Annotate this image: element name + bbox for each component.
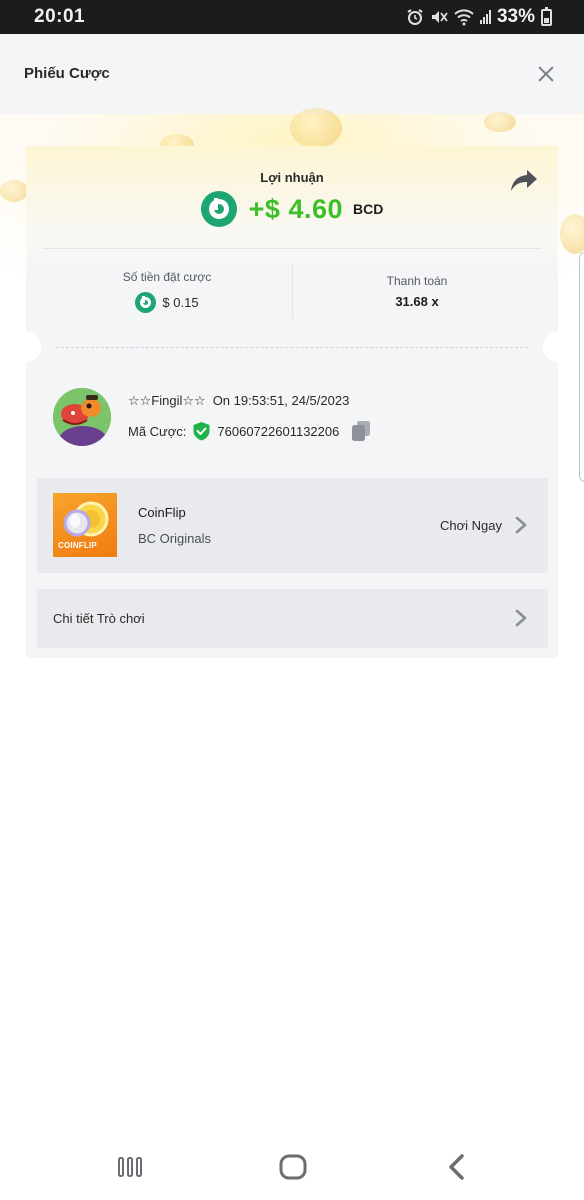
profit-currency: BCD (353, 201, 384, 217)
game-card[interactable]: COINFLIP CoinFlip BC Originals Chơi Ngay (37, 478, 548, 573)
profit-amount: +$ 4.60 (248, 193, 343, 224)
username[interactable]: ☆☆Fingil☆☆ (128, 393, 206, 409)
game-name: CoinFlip (138, 505, 186, 520)
coin-decoration-icon (560, 214, 584, 254)
bet-amount-label: Số tiền đặt cược (122, 270, 212, 284)
game-details-label: Chi tiết Trò chơi (53, 611, 145, 626)
ticket-summary: Lợi nhuận +$ 4.60 BCD Số tiền đặt cược $… (26, 146, 558, 332)
bet-id-row: Mã Cược: 76060722601132206 (128, 420, 371, 442)
status-bar: 20:01 33% (0, 0, 584, 34)
edge-panel-handle[interactable] (579, 252, 584, 482)
game-details-button[interactable]: Chi tiết Trò chơi (37, 589, 548, 648)
status-icons: 33% (406, 6, 552, 28)
recent-apps-icon[interactable] (114, 1152, 146, 1182)
user-info: ☆☆Fingil☆☆ On 19:53:51, 24/5/2023 (128, 393, 349, 409)
chevron-right-icon (515, 516, 527, 534)
game-thumbnail-label: COINFLIP (58, 541, 97, 550)
play-now-button[interactable]: Chơi Ngay (440, 518, 502, 533)
bet-id-value: 76060722601132206 (217, 423, 340, 439)
ticket-perforation (56, 347, 528, 348)
signal-icon (479, 10, 491, 24)
payout-value: 31.68 x (395, 294, 439, 309)
divider (292, 264, 293, 318)
avatar[interactable] (53, 388, 111, 446)
bet-timestamp: On 19:53:51, 24/5/2023 (212, 393, 350, 408)
payout-label: Thanh toán (386, 274, 448, 288)
coin-decoration-icon (0, 180, 28, 202)
wifi-icon (454, 9, 474, 26)
system-nav-bar (0, 1134, 584, 1200)
coin-decoration-icon (290, 108, 342, 148)
verified-shield-icon (193, 422, 210, 441)
bet-ticket-card: Lợi nhuận +$ 4.60 BCD Số tiền đặt cược $… (11, 146, 573, 658)
home-icon[interactable] (277, 1152, 309, 1182)
bet-id-label: Mã Cược: (128, 423, 187, 439)
ticket-notch (543, 332, 573, 362)
share-icon[interactable] (510, 168, 538, 194)
bet-amount-value: $ 0.15 (162, 295, 199, 310)
battery-icon (541, 6, 552, 26)
bc-coin-icon (135, 292, 157, 313)
game-provider: BC Originals (138, 531, 211, 546)
ticket-notch (11, 332, 41, 362)
page-title: Phiếu Cược (24, 65, 110, 82)
alarm-icon (407, 9, 423, 25)
profit-label: Lợi nhuận (260, 170, 324, 185)
back-icon[interactable] (442, 1152, 474, 1182)
coin-decoration-icon (484, 112, 516, 132)
mute-icon (431, 11, 448, 23)
divider (42, 248, 542, 249)
battery-percent: 33% (496, 6, 535, 27)
avatar-image (53, 388, 111, 446)
bet-slip-header: Phiếu Cược (0, 34, 584, 114)
profit-row: +$ 4.60 BCD (26, 191, 558, 227)
bet-amount-row: $ 0.15 (86, 292, 248, 313)
copy-icon[interactable] (351, 420, 371, 442)
status-time: 20:01 (34, 6, 86, 27)
close-icon[interactable] (534, 62, 558, 86)
bc-coin-icon (200, 191, 237, 227)
game-thumbnail: COINFLIP (53, 493, 117, 557)
chevron-right-icon (515, 609, 527, 627)
